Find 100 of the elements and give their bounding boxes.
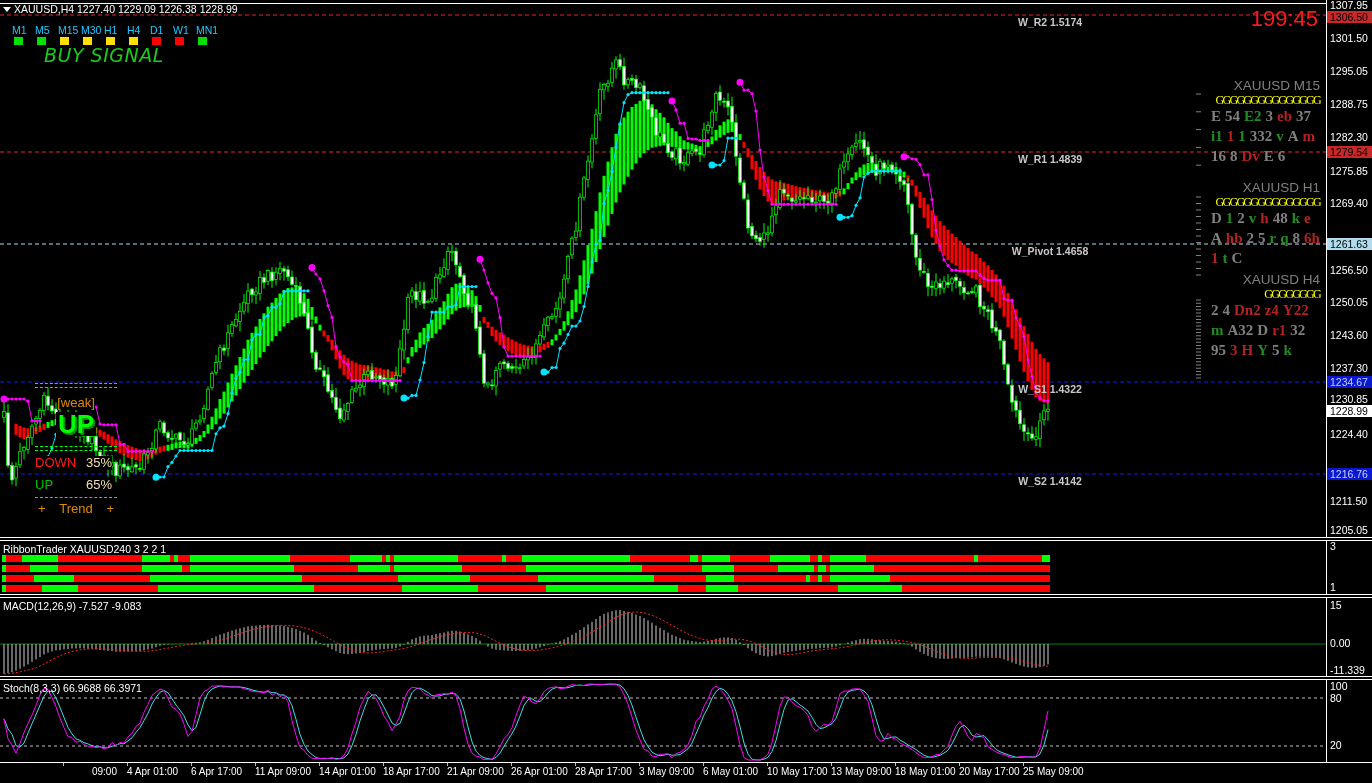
scanner-mark: A32: [1227, 323, 1254, 338]
countdown-timer: 199:45: [1250, 8, 1318, 30]
scanner-mark: e: [1304, 211, 1311, 226]
time-axis-label: 18 May 01:00: [895, 766, 956, 779]
scanner-signals: GGGGGGGGGGGGGGG: [1215, 195, 1320, 209]
scanner-mark: 32: [1290, 323, 1306, 338]
scanner-mark: 48: [1272, 211, 1288, 226]
price-tick-label: 1250.05: [1330, 297, 1368, 308]
scanner-mark: D: [1257, 323, 1269, 338]
scanner-mark: E: [1263, 149, 1274, 164]
indicator-scale-label: 0.00: [1330, 638, 1351, 649]
trend-strength-label: [weak]: [57, 395, 95, 410]
time-axis-label: 21 Apr 09:00: [447, 766, 504, 779]
pivot-level-label: W_R1 1.4839: [1017, 154, 1083, 165]
scanner-mark: H: [1241, 343, 1254, 358]
time-axis-label: 25 May 09:00: [1023, 766, 1084, 779]
scanner-mark: q: [1280, 231, 1289, 246]
time-axis-label: 09:00: [91, 766, 117, 779]
scanner-mark: z4: [1264, 303, 1279, 318]
trend-footer-text: Trend: [59, 502, 93, 516]
trend-footer-text: +: [106, 502, 114, 516]
indicator-scale-label: 80: [1330, 693, 1342, 704]
timeframe-label: MN1: [196, 24, 219, 36]
scanner-title: XAUUSD H4: [1242, 272, 1320, 287]
scanner-mark: E: [1211, 109, 1221, 124]
scanner-mark: eb: [1277, 109, 1293, 124]
indicator-scale-label: 1: [1330, 582, 1336, 593]
scanner-mark: Dn2: [1234, 303, 1261, 318]
trend-percent: 65%: [85, 478, 112, 492]
scanner-mark: E2: [1244, 109, 1262, 124]
time-axis-label: 4 Apr 01:00: [127, 766, 179, 779]
indicator-scale-label: 100: [1330, 681, 1348, 692]
scanner-mark: 8: [1230, 149, 1238, 164]
timeframe-label: W1: [173, 24, 189, 36]
scanner-mark: D: [1211, 211, 1222, 226]
indicator-scale-label: 3: [1330, 541, 1336, 552]
scanner-mark: 3: [1265, 109, 1274, 124]
indicator-title: Stoch(8,3,3) 66.9688 66.3971: [3, 682, 142, 694]
indicator-title: MACD(12,26,9) -7.527 -9.083: [3, 600, 142, 612]
scanner-mark: r1: [1272, 323, 1287, 338]
price-tick-label: 1282.30: [1330, 132, 1368, 143]
trend-direction-label: UP: [55, 412, 97, 436]
scanner-mark: m: [1211, 323, 1224, 338]
scanner-mark: 95: [1211, 343, 1226, 358]
time-axis-label: 28 Apr 17:00: [575, 766, 632, 779]
price-marker-label: 1306.50: [1327, 11, 1372, 23]
scanner-mark: v: [1248, 211, 1257, 226]
scanner-mark: r: [1269, 231, 1277, 246]
timeframe-label: M5: [35, 24, 50, 36]
scanner-signals: GGGGGGGGGGGGGGG: [1215, 93, 1320, 107]
timeframe-label: H1: [104, 24, 118, 36]
scanner-mark: 2: [1211, 303, 1219, 318]
indicator-scale-label: -11.339: [1330, 665, 1365, 676]
timeframe-label: M1: [12, 24, 27, 36]
indicator-scale-label: 15: [1330, 600, 1342, 611]
scanner-title: XAUUSD M15: [1233, 78, 1320, 93]
indicator-scale-label: 20: [1330, 740, 1342, 751]
price-tick-label: 1230.85: [1330, 394, 1368, 405]
price-tick-label: 1275.85: [1330, 166, 1368, 177]
time-axis-label: 6 May 01:00: [703, 766, 759, 779]
time-axis-label: 13 May 09:00: [831, 766, 892, 779]
scanner-mark: 6h: [1304, 231, 1320, 246]
trend-footer-text: +: [38, 502, 46, 516]
time-axis-label: 3 May 09:00: [639, 766, 695, 779]
price-marker-label: 1234.67: [1327, 376, 1372, 388]
scanner-mark: 2: [1237, 211, 1245, 226]
scanner-mark: 6: [1277, 149, 1286, 164]
price-marker-label: 1279.54: [1327, 146, 1372, 158]
scanner-mark: k: [1291, 211, 1301, 226]
scanner-mark: Dv: [1241, 149, 1260, 164]
caret-icon: [3, 6, 11, 12]
scanner-mark: t: [1222, 251, 1228, 266]
scanner-mark: 5: [1258, 231, 1266, 246]
price-tick-label: 1205.05: [1330, 525, 1368, 536]
time-axis-label: 14 Apr 01:00: [319, 766, 376, 779]
price-tick-label: 1224.40: [1330, 429, 1368, 440]
pivot-level-label: W_R2 1.5174: [1017, 17, 1083, 28]
time-axis-label: 11 Apr 09:00: [255, 766, 311, 779]
pivot-level-label: W_Pivot 1.4658: [1011, 246, 1089, 257]
price-tick-label: 1243.60: [1330, 330, 1368, 341]
scanner-mark: 8: [1292, 231, 1301, 246]
scanner-mark: 4: [1222, 303, 1230, 318]
time-axis-label: 20 May 17:00: [959, 766, 1020, 779]
time-axis-label: 18 Apr 17:00: [383, 766, 440, 779]
timeframe-label: D1: [150, 24, 164, 36]
price-tick-label: 1301.50: [1330, 33, 1368, 44]
scanner-mark: 2: [1246, 231, 1255, 246]
price-tick-label: 1256.50: [1330, 265, 1368, 276]
timeframe-label: H4: [127, 24, 141, 36]
scanner-mark: A: [1211, 231, 1222, 246]
scanner-title: XAUUSD H1: [1242, 180, 1320, 195]
trend-row-label: DOWN: [35, 456, 77, 470]
signal-text: BUY SIGNAL: [44, 46, 164, 64]
scanner-mark: A: [1287, 129, 1299, 144]
price-tick-label: 1211.50: [1330, 496, 1368, 507]
scanner-mark: 1: [1226, 129, 1235, 144]
scanner-mark: k: [1283, 343, 1292, 358]
price-marker-label: 1228.99: [1327, 405, 1372, 417]
price-tick-label: 1237.30: [1330, 363, 1368, 374]
price-marker-label: 1216.76: [1327, 468, 1372, 480]
